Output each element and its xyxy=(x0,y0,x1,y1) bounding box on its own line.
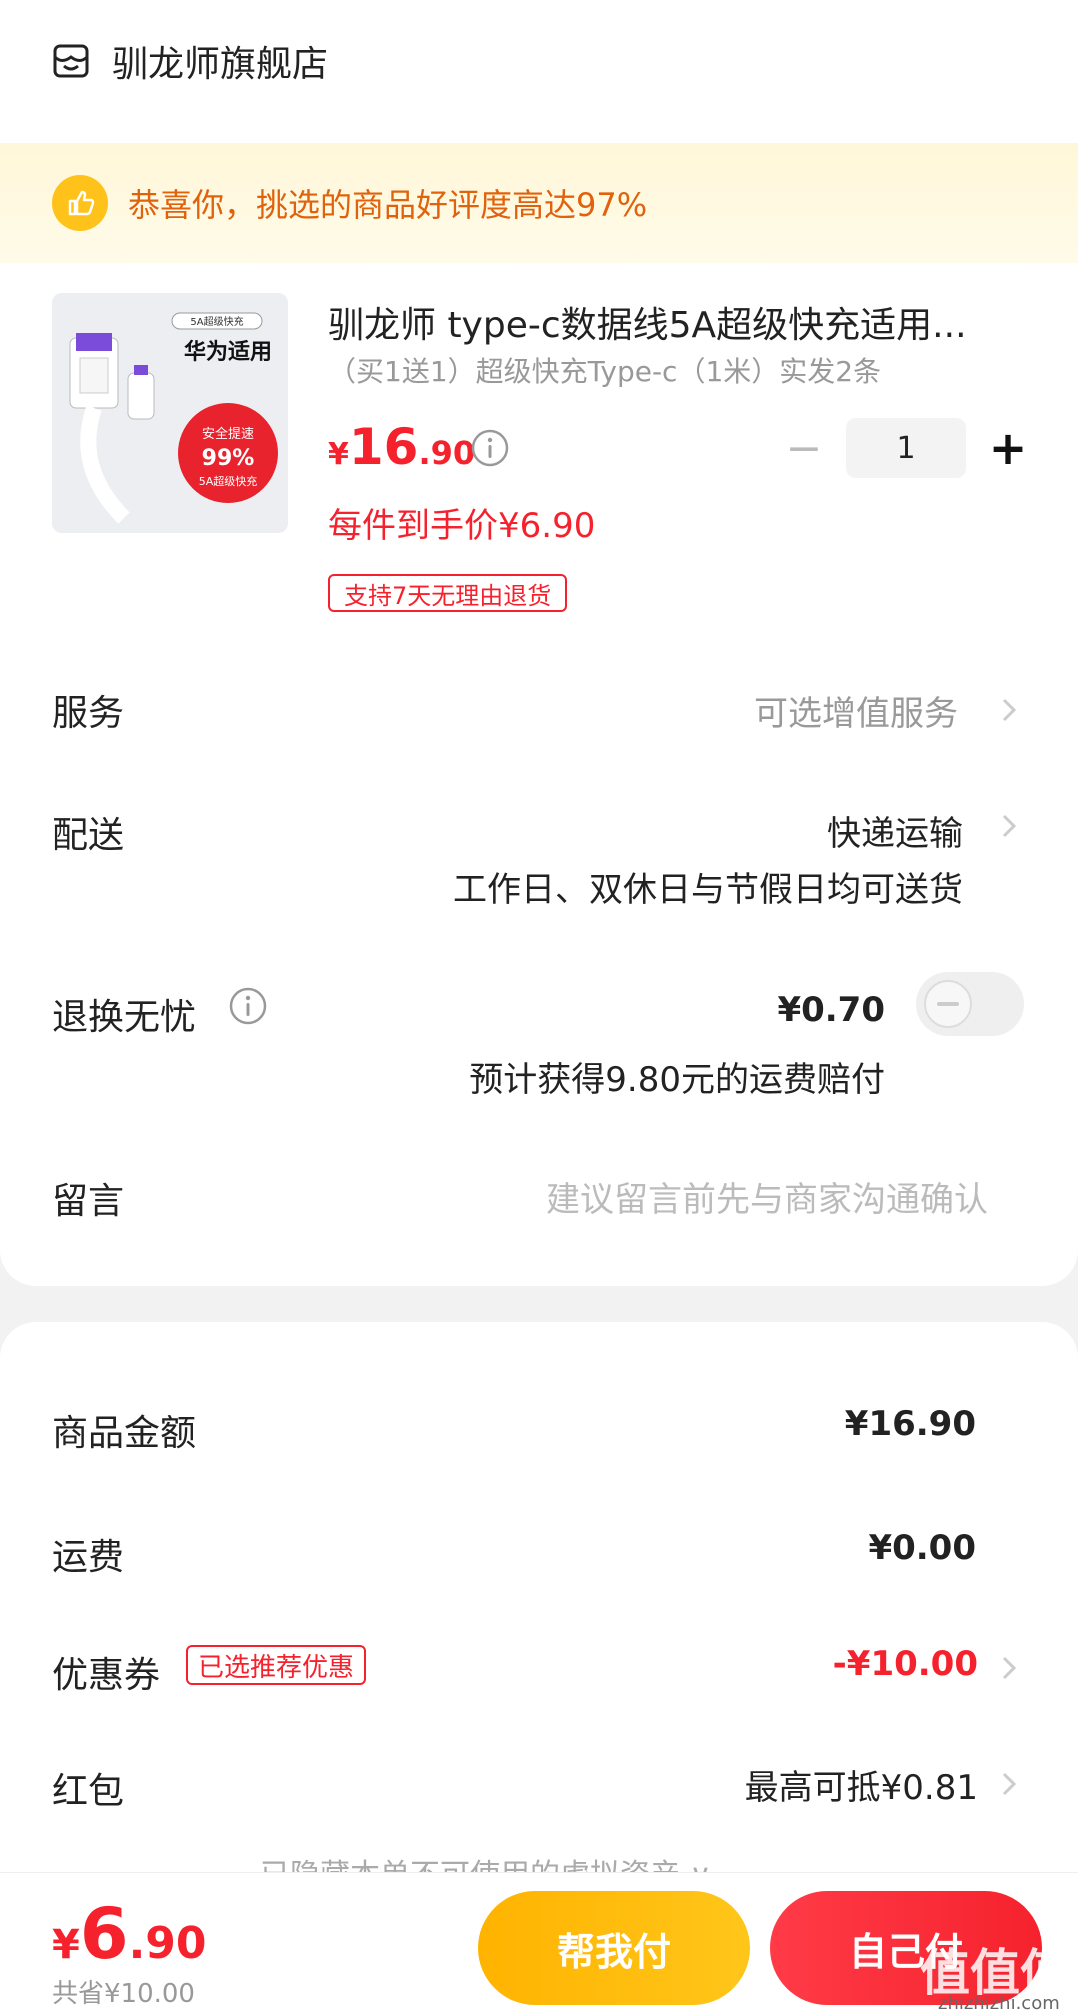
price-decimal: .90 xyxy=(418,434,476,472)
total-price: ¥ 6 .90 xyxy=(52,1893,207,1975)
goods-amount-value: ¥16.90 xyxy=(844,1404,976,1444)
banner-text: 恭喜你，挑选的商品好评度高达97% xyxy=(128,186,648,224)
quantity-field[interactable]: 1 xyxy=(846,418,966,478)
shipping-value: ¥0.00 xyxy=(868,1528,976,1568)
service-value[interactable]: 可选增值服务 xyxy=(754,686,958,735)
price-integer: 16 xyxy=(348,418,419,476)
product-price: ¥ 16 .90 xyxy=(328,418,475,476)
goods-amount-label: 商品金额 xyxy=(52,1413,197,1454)
return-insurance-price: ¥0.70 xyxy=(777,990,885,1030)
quantity-stepper: − 1 + xyxy=(780,418,1032,478)
help-me-pay-button[interactable]: 帮我付 xyxy=(478,1891,750,2005)
coupon-label: 优惠券 xyxy=(52,1655,161,1696)
image-badge-line1: 安全提速 xyxy=(202,426,254,442)
return-insurance-info-icon[interactable] xyxy=(228,986,268,1026)
coupon-value[interactable]: -¥10.00 xyxy=(833,1644,978,1684)
product-title[interactable]: 驯龙师 type-c数据线5A超级快充适用... xyxy=(328,296,1028,348)
redpacket-label: 红包 xyxy=(52,1771,125,1812)
return-insurance-note: 预计获得9.80元的运费赔付 xyxy=(469,1060,885,1100)
delivery-chevron-icon[interactable] xyxy=(998,808,1020,844)
service-chevron-icon[interactable] xyxy=(998,692,1020,728)
image-tag: 5A超级快充 xyxy=(190,315,243,328)
message-input[interactable]: 建议留言前先与商家沟通确认 xyxy=(546,1172,988,1221)
checkout-bar: ¥ 6 .90 共省¥10.00 帮我付 自己付 值值值 zhizhizhi.c… xyxy=(0,1872,1078,2010)
increase-button[interactable]: + xyxy=(984,421,1032,475)
toggle-knob xyxy=(924,980,972,1028)
saved-amount: 共省¥10.00 xyxy=(52,1979,195,2009)
thumbs-up-icon xyxy=(52,175,108,231)
image-badge-line2: 99% xyxy=(202,446,255,471)
shipping-label: 运费 xyxy=(52,1537,125,1578)
return-insurance-label: 退换无忧 xyxy=(52,997,197,1038)
total-integer: 6 xyxy=(79,1893,129,1975)
shop-icon xyxy=(53,44,89,78)
total-currency: ¥ xyxy=(52,1922,80,1968)
order-card: 驯龙师旗舰店 恭喜你，挑选的商品好评度高达97% 5A超级快充 华为适用 安全提… xyxy=(0,0,1078,1286)
message-label: 留言 xyxy=(52,1181,125,1222)
return-insurance-toggle[interactable] xyxy=(916,972,1024,1036)
shop-header[interactable]: 驯龙师旗舰店 xyxy=(52,36,328,86)
service-label: 服务 xyxy=(52,693,125,734)
watermark-sub: zhizhizhi.com xyxy=(938,1993,1060,2010)
delivery-method[interactable]: 快递运输 xyxy=(827,806,963,855)
delivery-label: 配送 xyxy=(52,815,125,856)
product-sku[interactable]: （买1送1）超级快充Type-c（1米）实发2条 xyxy=(328,350,881,390)
return-policy-badge: 支持7天无理由退货 xyxy=(328,574,568,612)
delivery-note: 工作日、双休日与节假日均可送货 xyxy=(453,870,963,910)
price-info-icon[interactable] xyxy=(470,428,510,468)
coupon-chevron-icon[interactable] xyxy=(998,1650,1020,1686)
final-price: 每件到手价¥6.90 xyxy=(328,506,596,546)
redpacket-chevron-icon[interactable] xyxy=(998,1766,1020,1802)
redpacket-value[interactable]: 最高可抵¥0.81 xyxy=(745,1760,978,1809)
decrease-button[interactable]: − xyxy=(780,423,828,474)
image-badge-line3: 5A超级快充 xyxy=(199,474,258,488)
coupon-badge: 已选推荐优惠 xyxy=(186,1645,367,1685)
rating-banner: 恭喜你，挑选的商品好评度高达97% xyxy=(0,143,1078,263)
total-decimal: .90 xyxy=(128,1918,207,1969)
price-currency: ¥ xyxy=(328,437,349,472)
image-heading: 华为适用 xyxy=(184,339,272,365)
product-image[interactable]: 5A超级快充 华为适用 安全提速 99% 5A超级快充 xyxy=(52,293,288,533)
shop-name: 驯龙师旗舰店 xyxy=(112,44,329,85)
